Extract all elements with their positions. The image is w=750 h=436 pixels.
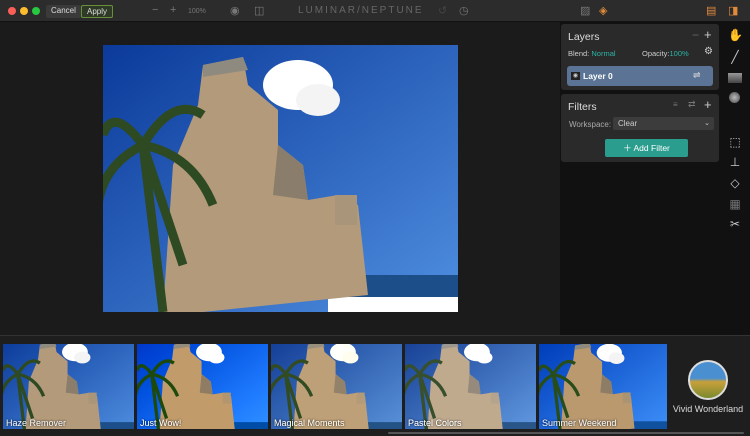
preset-label: Summer Weekend <box>542 418 617 428</box>
side-panel-toggle-icon[interactable]: ◨ <box>728 4 738 17</box>
layer-settings-icon[interactable]: ⇌ <box>693 70 701 81</box>
preset-thumbnail[interactable]: Haze Remover <box>3 344 134 429</box>
clone-stamp-icon[interactable]: ⊥ <box>728 155 742 169</box>
history-icon[interactable]: ◷ <box>459 4 469 17</box>
filters-title: Filters <box>568 101 597 113</box>
preset-label: Just Wow! <box>140 418 182 428</box>
preset-label: Haze Remover <box>6 418 67 428</box>
opacity-label: Opacity: <box>642 49 670 58</box>
cancel-button[interactable]: Cancel <box>46 5 81 18</box>
close-window-button[interactable] <box>8 7 16 15</box>
visibility-eye-icon[interactable]: ◉ <box>571 72 580 80</box>
plus-icon: ＋ <box>623 143 632 153</box>
zoom-level[interactable]: 100% <box>188 8 206 15</box>
chevron-down-icon: ⌄ <box>704 120 710 127</box>
layers-panel: Layers − + Blend: Normal Opacity:100% ⚙ … <box>561 24 719 90</box>
eraser-icon[interactable]: ◇ <box>728 176 742 190</box>
blend-mode-select[interactable]: Normal <box>591 49 615 58</box>
brush-icon[interactable]: ╱ <box>728 50 742 64</box>
texture-icon[interactable]: ▦ <box>728 197 742 211</box>
radial-gradient-icon[interactable] <box>729 92 740 103</box>
add-filter-label: Add Filter <box>633 143 670 153</box>
undo-icon[interactable]: ↺ <box>438 4 447 17</box>
workspace-label: Workspace: <box>569 120 612 129</box>
scissors-icon[interactable]: ✂ <box>728 217 742 231</box>
minimize-window-button[interactable] <box>20 7 28 15</box>
tool-column: ✋ ╱ ⬚ ⊥ ◇ ▦ ✂ <box>720 22 750 335</box>
add-layer-button[interactable]: + <box>704 27 712 42</box>
preset-thumbnail[interactable]: Summer Weekend <box>539 344 667 429</box>
preset-thumbnail[interactable]: Just Wow! <box>137 344 268 429</box>
zoom-out-button[interactable]: − <box>152 4 158 16</box>
zoom-in-button[interactable]: + <box>170 4 176 16</box>
apply-button[interactable]: Apply <box>81 5 114 18</box>
app-title: LUMINAR/NEPTUNE <box>298 5 424 16</box>
preset-label: Magical Moments <box>274 418 345 428</box>
layers-icon[interactable]: ◈ <box>599 4 607 17</box>
gradient-icon[interactable] <box>728 73 742 83</box>
preset-category-label[interactable]: Vivid Wonderland <box>672 404 744 415</box>
main-photo[interactable] <box>103 45 458 312</box>
toolbar: Cancel Apply − + 100% ◉ ◫ LUMINAR/NEPTUN… <box>0 0 750 22</box>
workspace-select[interactable]: Clear ⌄ <box>613 117 714 130</box>
opacity-value[interactable]: 100% <box>670 49 689 58</box>
preset-thumbnail[interactable]: Pastel Colors <box>405 344 536 429</box>
layer-name: Layer 0 <box>583 71 613 81</box>
maximize-window-button[interactable] <box>32 7 40 15</box>
preset-thumbnail[interactable]: Magical Moments <box>271 344 402 429</box>
layer-row[interactable]: ◉ Layer 0 ⇌ <box>567 66 713 86</box>
remove-layer-button[interactable]: − <box>692 28 699 42</box>
presets-strip: Haze Remover Just Wow! Magical Moments P… <box>0 335 750 436</box>
image-icon[interactable]: ▨ <box>580 4 590 17</box>
blend-label: Blend: <box>568 49 590 58</box>
presets-scrollbar[interactable] <box>388 432 744 434</box>
add-filter-button[interactable]: ＋ Add Filter <box>605 139 688 157</box>
right-panel: Layers − + Blend: Normal Opacity:100% ⚙ … <box>560 22 720 335</box>
crop-transform-icon[interactable]: ⬚ <box>728 135 742 149</box>
hand-icon[interactable]: ✋ <box>728 28 743 42</box>
preset-category-icon[interactable] <box>688 360 728 400</box>
eye-icon[interactable]: ◉ <box>230 4 240 17</box>
compare-split-icon[interactable]: ◫ <box>254 4 264 17</box>
add-filter-icon[interactable]: + <box>704 97 712 112</box>
bottom-panel-toggle-icon[interactable]: ▤ <box>706 4 716 17</box>
filters-panel: Filters ≡ ⇄ + Workspace: Clear ⌄ ＋ Add F… <box>561 94 719 162</box>
layers-title: Layers <box>568 31 600 43</box>
gear-icon[interactable]: ⚙ <box>704 46 713 57</box>
preset-label: Pastel Colors <box>408 418 462 428</box>
workspace-value: Clear <box>618 119 638 128</box>
refresh-icon[interactable]: ⇄ <box>688 99 696 110</box>
filter-list-icon[interactable]: ≡ <box>673 100 678 109</box>
